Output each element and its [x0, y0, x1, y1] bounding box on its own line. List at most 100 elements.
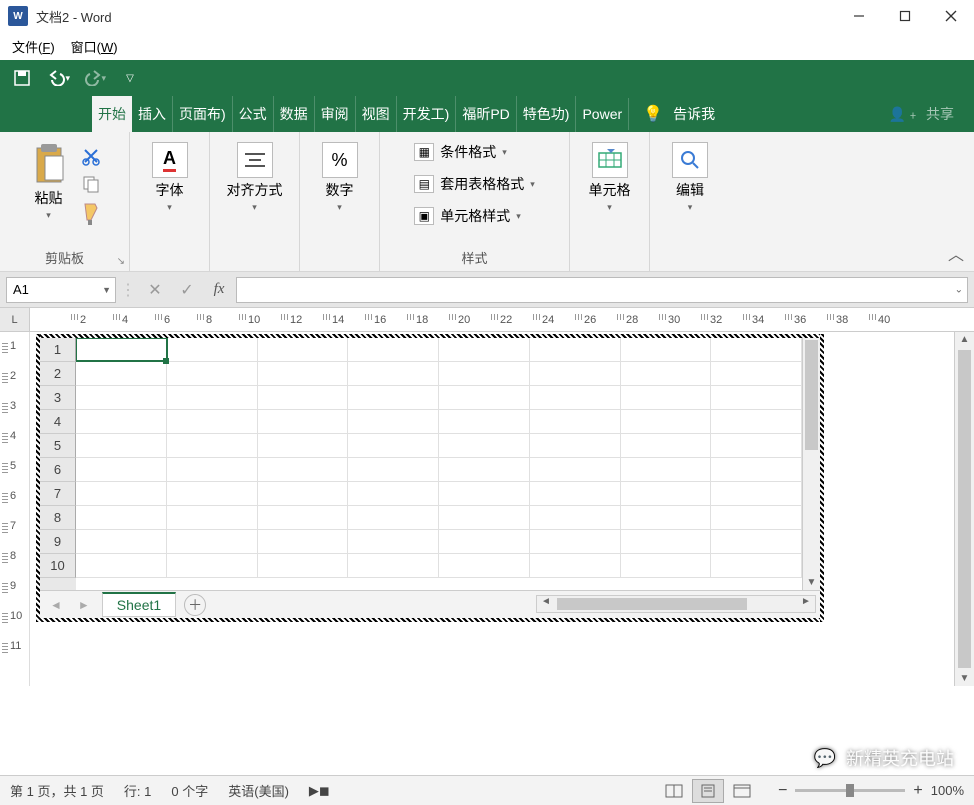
cell[interactable] [530, 506, 621, 529]
maximize-button[interactable] [882, 0, 928, 32]
cell[interactable] [348, 338, 439, 361]
tab-special[interactable]: 特色功) [517, 96, 577, 132]
cell[interactable] [76, 506, 167, 529]
cell[interactable] [439, 506, 530, 529]
row-header[interactable]: 5 [40, 434, 76, 458]
tab-data[interactable]: 数据 [274, 96, 315, 132]
zoom-level[interactable]: 100% [931, 783, 964, 798]
cell[interactable] [348, 458, 439, 481]
tab-insert[interactable]: 插入 [132, 96, 173, 132]
save-icon[interactable] [10, 66, 34, 90]
format-as-table-button[interactable]: ▤套用表格格式 ▾ [414, 174, 535, 194]
sheet-horizontal-scrollbar[interactable]: ◄► [536, 595, 816, 613]
cell[interactable] [711, 458, 802, 481]
add-sheet-button[interactable]: ＋ [184, 594, 206, 616]
cell[interactable] [348, 410, 439, 433]
cell[interactable] [439, 434, 530, 457]
tab-view[interactable]: 视图 [356, 96, 397, 132]
undo-icon[interactable]: ▾ [46, 66, 70, 90]
cell[interactable] [530, 434, 621, 457]
sheet-nav-next-icon[interactable]: ► [74, 598, 94, 612]
embedded-spreadsheet[interactable]: 12345678910 ▼ ◄ ► Sheet1 ＋ ⋮ ◄► [40, 338, 820, 618]
status-page[interactable]: 第 1 页，共 1 页 [10, 781, 104, 800]
zoom-slider[interactable] [795, 789, 905, 792]
cell-styles-button[interactable]: ▣单元格样式 ▾ [414, 206, 535, 226]
enter-formula-icon[interactable]: ✓ [172, 277, 202, 303]
row-header[interactable]: 9 [40, 530, 76, 554]
cell[interactable] [439, 554, 530, 577]
web-layout-icon[interactable] [726, 779, 758, 803]
cell[interactable] [258, 482, 349, 505]
cell[interactable] [439, 410, 530, 433]
close-button[interactable] [928, 0, 974, 32]
cell[interactable] [76, 386, 167, 409]
cell[interactable] [76, 338, 167, 361]
cell[interactable] [530, 530, 621, 553]
redo-icon[interactable]: ▾ [82, 66, 106, 90]
tab-page-layout[interactable]: 页面布) [173, 96, 233, 132]
alignment-button[interactable]: 对齐方式▾ [221, 138, 289, 217]
cell[interactable] [258, 362, 349, 385]
cancel-formula-icon[interactable]: ✕ [140, 277, 170, 303]
cell[interactable] [348, 362, 439, 385]
conditional-formatting-button[interactable]: ▦条件格式 ▾ [414, 142, 535, 162]
tab-foxit-pdf[interactable]: 福昕PD [456, 96, 516, 132]
row-header[interactable]: 4 [40, 410, 76, 434]
cells-area[interactable] [76, 338, 802, 590]
number-button[interactable]: % 数字▾ [316, 138, 364, 217]
hruler-scale[interactable]: 246810121416182022242628303234363840 [30, 308, 974, 331]
cell[interactable] [439, 458, 530, 481]
cell[interactable] [258, 506, 349, 529]
cell[interactable] [530, 362, 621, 385]
row-header[interactable]: 3 [40, 386, 76, 410]
status-language[interactable]: 英语(美国) [228, 781, 289, 800]
row-header[interactable]: 1 [40, 338, 76, 362]
cell[interactable] [621, 410, 712, 433]
macro-record-icon[interactable]: ▶◼ [309, 783, 330, 799]
zoom-out-button[interactable]: − [778, 782, 787, 800]
chevron-down-icon[interactable]: ▼ [102, 285, 111, 295]
cell[interactable] [76, 362, 167, 385]
editing-button[interactable]: 编辑▾ [666, 138, 714, 217]
sheet-vertical-scrollbar[interactable]: ▼ [802, 338, 820, 590]
share-button[interactable]: 👤﹢共享 [889, 104, 954, 124]
cell[interactable] [530, 338, 621, 361]
status-wordcount[interactable]: 0 个字 [171, 781, 208, 800]
tab-review[interactable]: 审阅 [315, 96, 356, 132]
cell[interactable] [348, 530, 439, 553]
customize-qat-icon[interactable]: ▽ [118, 66, 142, 90]
row-header[interactable]: 8 [40, 506, 76, 530]
cell[interactable] [167, 482, 258, 505]
cell[interactable] [167, 386, 258, 409]
cell[interactable] [258, 434, 349, 457]
copy-icon[interactable] [81, 174, 101, 194]
menu-window[interactable]: 窗口(W) [63, 34, 126, 59]
fx-icon[interactable]: fx [204, 277, 234, 303]
status-line[interactable]: 行: 1 [124, 781, 151, 800]
cell[interactable] [711, 434, 802, 457]
lightbulb-icon[interactable]: 💡 [643, 104, 663, 124]
row-header[interactable]: 2 [40, 362, 76, 386]
tab-developer[interactable]: 开发工) [397, 96, 457, 132]
grip-icon[interactable]: ⋮ [118, 280, 138, 300]
formula-input[interactable]: ⌄ [236, 277, 968, 303]
cell[interactable] [621, 434, 712, 457]
cell[interactable] [76, 530, 167, 553]
cell[interactable] [621, 506, 712, 529]
cell[interactable] [439, 530, 530, 553]
minimize-button[interactable] [836, 0, 882, 32]
cell[interactable] [621, 482, 712, 505]
cell[interactable] [711, 530, 802, 553]
cell[interactable] [439, 338, 530, 361]
cell[interactable] [621, 362, 712, 385]
cell[interactable] [348, 554, 439, 577]
read-mode-icon[interactable] [658, 779, 690, 803]
cell[interactable] [711, 482, 802, 505]
cell[interactable] [258, 530, 349, 553]
cell[interactable] [621, 530, 712, 553]
cell[interactable] [167, 530, 258, 553]
cell[interactable] [167, 506, 258, 529]
cell[interactable] [167, 554, 258, 577]
sheet-tab[interactable]: Sheet1 [102, 592, 176, 617]
cell[interactable] [711, 338, 802, 361]
